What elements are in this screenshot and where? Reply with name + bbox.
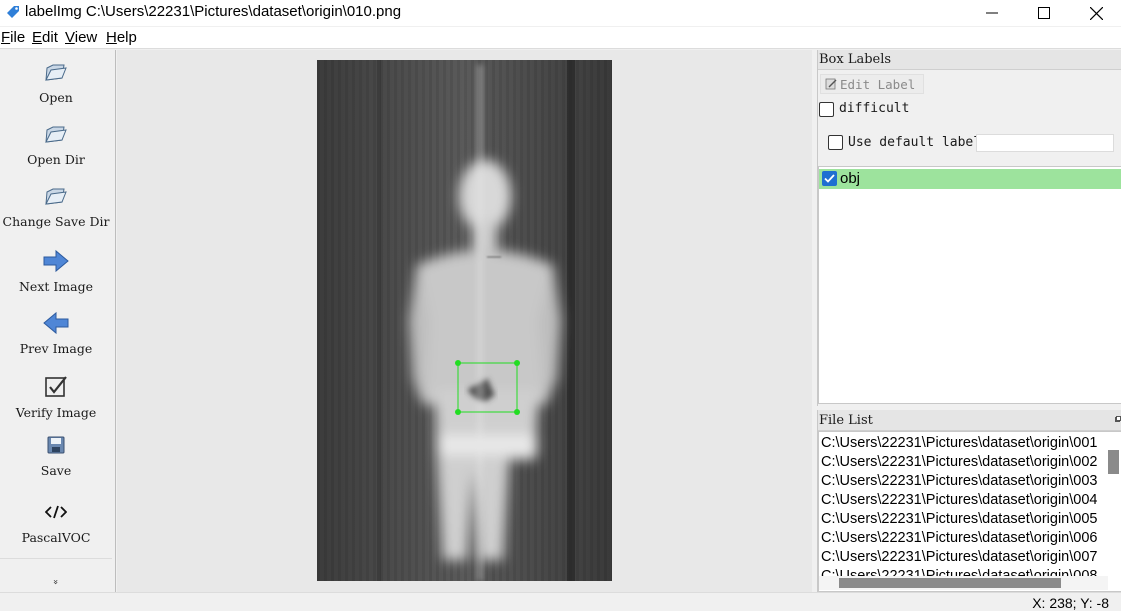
window-title: labelImg C:\Users\22231\Pictures\dataset… [25,3,402,20]
labelimg-app-icon [7,6,19,18]
arrow-right-icon [43,249,69,273]
menu-help-mnemonic: H [106,29,117,46]
close-button[interactable] [1070,0,1121,26]
label-item-checkbox[interactable] [822,171,837,186]
menu-edit[interactable]: Edit [32,29,58,46]
file-list-vertical-scrollbar[interactable] [1108,450,1119,474]
maximize-button[interactable] [1018,0,1070,26]
maximize-icon [1038,7,1050,19]
use-default-label-checkbox[interactable] [828,135,843,150]
save-button[interactable]: Save [0,431,112,478]
open-button[interactable]: Open [0,58,112,105]
minimize-button[interactable] [966,0,1018,26]
file-list-item[interactable]: C:\Users\22231\Pictures\dataset\origin\0… [821,530,1097,546]
label-list-item[interactable]: obj [819,169,1121,189]
xray-body-scan-image [317,60,612,581]
file-list-item[interactable]: C:\Users\22231\Pictures\dataset\origin\0… [821,549,1097,565]
pascalvoc-button[interactable]: PascalVOC [0,498,112,545]
toolbar-separator [0,558,112,559]
close-icon [1089,6,1103,20]
floppy-disk-icon [47,436,65,454]
menu-file-rest: ile [10,29,26,46]
image-canvas[interactable] [117,50,812,592]
label-list[interactable]: obj [818,166,1121,404]
change-save-dir-label: Change Save Dir [2,214,110,229]
verify-image-button[interactable]: Verify Image [0,373,112,420]
next-image-button[interactable]: Next Image [0,247,112,294]
box-labels-title: Box Labels [819,52,892,67]
menu-edit-rest: dit [42,29,58,46]
check-box-icon [45,376,67,397]
open-folder-icon [45,126,67,143]
title-bar: labelImg C:\Users\22231\Pictures\dataset… [0,0,1121,26]
menu-bar: File Edit View Help [0,27,1121,49]
menu-help-rest: elp [116,29,137,46]
box-labels-panel: Box Labels Edit Label difficult Use defa… [817,50,1121,406]
open-folder-icon [45,188,67,205]
menu-view[interactable]: View [65,29,97,46]
menu-file[interactable]: File [1,29,25,46]
menu-help[interactable]: Help [106,29,137,46]
file-list-horizontal-scrollbar[interactable] [819,576,1108,590]
file-list-header: File List [818,410,1121,431]
difficult-label: difficult [839,101,910,116]
menu-view-rest: iew [74,29,98,46]
edit-label-text: Edit Label [840,76,916,92]
file-list-title: File List [819,413,873,428]
open-label: Open [39,90,73,105]
edit-pencil-icon [825,78,837,90]
status-bar: X: 238; Y: -8 [0,592,1121,611]
file-list-item[interactable]: C:\Users\22231\Pictures\dataset\origin\0… [821,492,1097,508]
file-list-item[interactable]: C:\Users\22231\Pictures\dataset\origin\0… [821,511,1097,527]
dock-float-icon[interactable] [1115,416,1121,422]
toolbar-overflow-icon[interactable]: » [50,579,60,585]
open-dir-label: Open Dir [27,152,85,167]
save-label: Save [40,463,72,478]
arrow-left-icon [43,311,69,335]
menu-file-mnemonic: F [1,29,11,46]
menu-edit-mnemonic: E [32,29,43,46]
label-item-text: obj [840,170,861,187]
open-dir-button[interactable]: Open Dir [0,120,112,167]
verify-image-label: Verify Image [15,405,97,420]
tool-bar: Open Open Dir Change Save Dir Next Image… [0,50,116,592]
horizontal-scroll-thumb[interactable] [839,578,1061,588]
change-save-dir-button[interactable]: Change Save Dir [0,182,112,229]
next-image-label: Next Image [18,279,94,294]
file-list-item[interactable]: C:\Users\22231\Pictures\dataset\origin\0… [821,435,1097,451]
use-default-label-text: Use default label [848,135,982,150]
open-folder-icon [45,64,67,81]
xml-code-icon [45,505,67,519]
file-list[interactable]: C:\Users\22231\Pictures\dataset\origin\0… [818,431,1121,592]
box-labels-header: Box Labels [818,50,1121,70]
file-list-panel: File List C:\Users\22231\Pictures\datase… [817,410,1121,592]
difficult-checkbox[interactable] [819,102,834,117]
prev-image-button[interactable]: Prev Image [0,309,112,356]
file-list-item[interactable]: C:\Users\22231\Pictures\dataset\origin\0… [821,454,1097,470]
cursor-coordinates: X: 238; Y: -8 [1032,595,1109,611]
pascalvoc-label: PascalVOC [21,530,91,545]
checkmark-icon [824,174,835,183]
prev-image-label: Prev Image [19,341,93,356]
default-label-input[interactable] [976,134,1114,152]
minimize-icon [986,12,998,14]
edit-label-button[interactable]: Edit Label [820,74,924,94]
file-list-item[interactable]: C:\Users\22231\Pictures\dataset\origin\0… [821,473,1097,489]
menu-view-mnemonic: V [65,29,75,46]
